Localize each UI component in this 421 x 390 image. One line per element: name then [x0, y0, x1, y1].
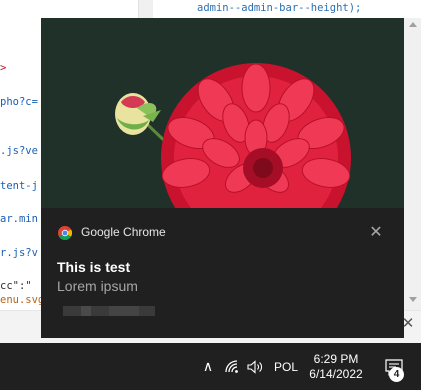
clock[interactable]: 6:29 PM 6/14/2022	[304, 343, 368, 390]
notification-body: Lorem ipsum	[57, 278, 138, 294]
notification-title: This is test	[57, 259, 131, 275]
app-name: Google Chrome	[81, 225, 166, 239]
close-icon[interactable]: ✕	[367, 223, 385, 241]
chrome-icon	[58, 226, 72, 240]
notification-count-badge: 4	[389, 367, 404, 382]
scroll-up-icon[interactable]	[409, 22, 417, 27]
notification-attribution	[63, 306, 155, 316]
language-indicator[interactable]: POL	[269, 343, 303, 390]
code-line: ar.min	[0, 213, 38, 225]
code-line: .js?ve	[0, 145, 38, 157]
clock-time: 6:29 PM	[313, 351, 359, 366]
wifi-icon-svg	[225, 359, 238, 373]
chevron-glyph: ∧	[202, 358, 214, 374]
code-line-top: admin--admin-bar--height);	[197, 2, 362, 14]
code-line: enu.svg	[0, 294, 45, 306]
clock-date: 6/14/2022	[309, 366, 363, 381]
code-line: tent-j	[0, 180, 38, 192]
wifi-icon[interactable]	[222, 343, 244, 390]
notification-header: Google Chrome ✕	[41, 208, 404, 258]
volume-icon[interactable]	[244, 343, 266, 390]
editor-scrollbar[interactable]	[404, 18, 421, 318]
chrome-notification-toast[interactable]: Google Chrome ✕ This is test Lorem ipsum	[41, 18, 404, 338]
chevron-up-icon[interactable]: ∧	[198, 343, 218, 390]
notification-image	[41, 18, 404, 208]
taskbar: ∧ POL 6:29 PM 6/14/2022 4	[0, 343, 421, 390]
code-line: >	[0, 62, 7, 74]
volume-icon-svg	[247, 359, 262, 374]
scroll-down-icon[interactable]	[409, 297, 417, 302]
code-line: r.js?v	[0, 247, 38, 259]
dahlia-image	[41, 18, 404, 208]
code-line: cc":"	[0, 280, 32, 292]
code-line: pho?c=	[0, 96, 38, 108]
